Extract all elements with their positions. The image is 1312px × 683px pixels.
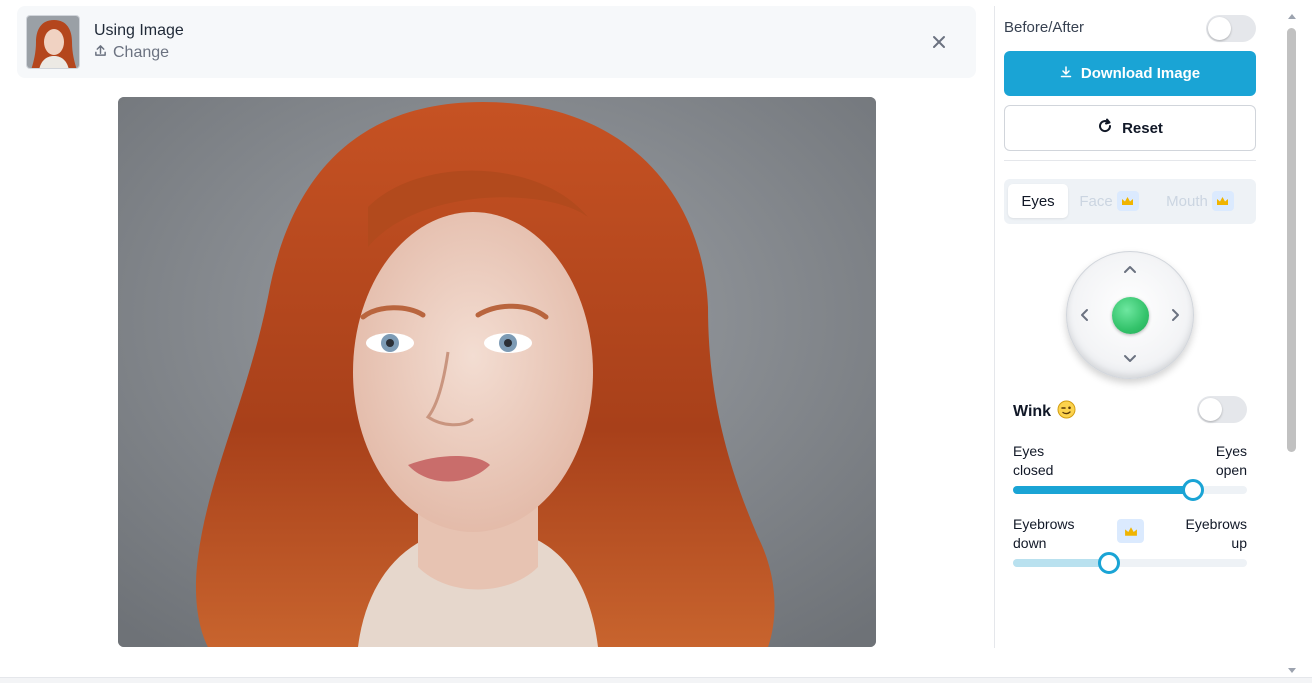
wink-label: Wink [1013, 403, 1052, 420]
slider-eyes-max-label-line1: Eyes [1215, 443, 1247, 459]
chevron-left-icon[interactable] [1077, 307, 1093, 323]
tab-face-label: Face [1079, 192, 1113, 210]
slider-thumb[interactable] [1098, 552, 1120, 574]
chevron-down-icon[interactable] [1122, 350, 1138, 366]
tab-eyes-label: Eyes [1021, 192, 1055, 210]
panel-divider [994, 6, 995, 648]
download-image-button[interactable]: Download Image [1004, 51, 1256, 96]
joystick-handle[interactable] [1112, 297, 1149, 334]
download-image-label: Download Image [1080, 65, 1201, 82]
crown-icon [1117, 519, 1144, 543]
slider-eyes-min-label-line1: Eyes [1013, 443, 1045, 459]
slider-eyebrows-max-label-line1: Eyebrows [1185, 516, 1247, 532]
toggle-knob [1199, 398, 1222, 421]
slider-fill [1013, 559, 1109, 567]
slider-eyes-min-label: Eyes closed [1013, 442, 1053, 480]
feature-tabs: Eyes Face Mouth [1004, 179, 1256, 224]
reset-icon [1097, 118, 1113, 138]
chevron-up-icon[interactable] [1122, 262, 1138, 278]
app-root: Using Image Change Before/After Download… [0, 0, 1312, 683]
slider-eyes-max-label-line2: open [1215, 462, 1247, 478]
upload-icon [94, 44, 107, 62]
slider-eyebrows-min-label-line2: down [1013, 535, 1047, 551]
slider-fill [1013, 486, 1193, 494]
slider-eyebrows-min-label-line1: Eyebrows [1013, 516, 1075, 532]
slider-eyebrows-max-label: Eyebrows up [1177, 515, 1247, 553]
slider-eyebrows-max-label-line2: up [1231, 535, 1247, 551]
chevron-right-icon[interactable] [1167, 307, 1183, 323]
scrollbar-thumb[interactable] [1287, 28, 1296, 452]
tab-eyes[interactable]: Eyes [1008, 184, 1068, 218]
page-bottom-edge [0, 677, 1312, 683]
crown-icon [1211, 191, 1234, 211]
slider-eyebrows-min-label: Eyebrows down [1013, 515, 1074, 553]
eyebrows-height-slider[interactable] [1013, 552, 1247, 574]
change-image-button[interactable]: Change [94, 44, 169, 62]
image-thumbnail [26, 15, 80, 69]
close-icon[interactable] [929, 32, 949, 52]
eyes-openness-slider[interactable] [1013, 479, 1247, 501]
change-image-label: Change [113, 44, 170, 61]
image-source-card: Using Image Change [17, 6, 976, 78]
wink-emoji-icon [1057, 400, 1076, 424]
wink-toggle[interactable] [1197, 396, 1247, 423]
image-source-title: Using Image [94, 22, 184, 39]
toggle-knob [1208, 17, 1231, 40]
scroll-up-icon[interactable] [1287, 7, 1297, 19]
slider-eyes-max-label: Eyes open [1187, 442, 1247, 480]
crown-icon [1116, 191, 1139, 211]
reset-button[interactable]: Reset [1004, 105, 1256, 151]
section-divider [1004, 160, 1256, 161]
download-icon [1060, 65, 1072, 82]
before-after-label: Before/After [1004, 19, 1085, 36]
wink-label-row: Wink [1013, 400, 1076, 424]
slider-thumb[interactable] [1182, 479, 1204, 501]
tab-mouth-label: Mouth [1166, 192, 1208, 210]
eye-direction-joystick[interactable] [1066, 251, 1194, 379]
tab-mouth[interactable]: Mouth [1162, 184, 1238, 218]
reset-label: Reset [1122, 119, 1163, 137]
tab-face[interactable]: Face [1078, 184, 1140, 218]
slider-eyes-min-label-line2: closed [1013, 462, 1054, 478]
scroll-down-icon[interactable] [1287, 662, 1297, 673]
portrait-image [118, 97, 876, 647]
before-after-toggle[interactable] [1206, 15, 1256, 42]
